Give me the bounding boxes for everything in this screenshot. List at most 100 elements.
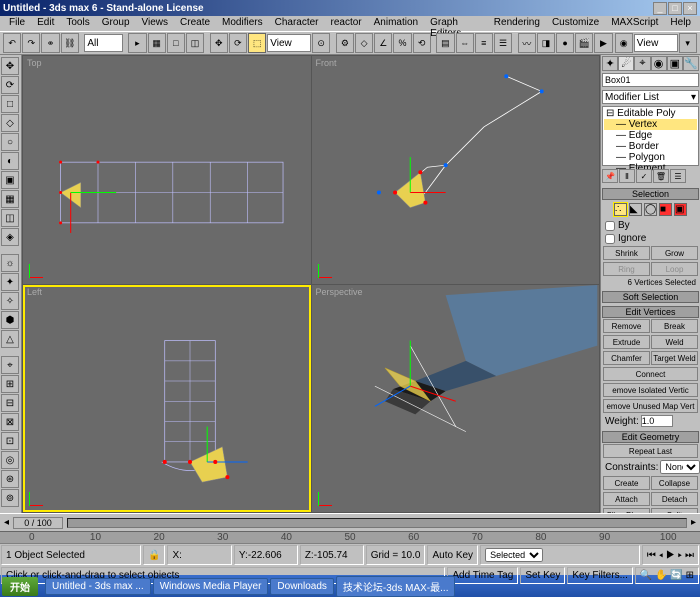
align-button[interactable]: ≡ <box>475 33 493 53</box>
subobj-polygon-icon[interactable]: ■ <box>659 203 672 216</box>
selection-rollout[interactable]: Selection <box>602 188 699 200</box>
viewport-perspective[interactable]: Perspective <box>312 285 600 513</box>
tool-3[interactable]: □ <box>1 95 19 113</box>
create-button[interactable]: Create <box>603 476 650 490</box>
select-rect-button[interactable]: □ <box>167 33 185 53</box>
stack-polygon[interactable]: — Polygon <box>604 152 697 163</box>
selection-filter[interactable]: All <box>84 34 122 52</box>
taskbar-item[interactable]: Windows Media Player <box>153 578 269 595</box>
editgeom-rollout[interactable]: Edit Geometry <box>602 431 699 443</box>
tool-15[interactable]: △ <box>1 330 19 348</box>
tool-2[interactable]: ⟳ <box>1 76 19 94</box>
keyfilters-button[interactable]: Key Filters... <box>567 567 633 584</box>
schematic-button[interactable]: ◨ <box>537 33 555 53</box>
stack-border[interactable]: — Border <box>604 141 697 152</box>
split-button[interactable]: Split <box>651 508 698 513</box>
detach-button[interactable]: Detach <box>651 492 698 506</box>
extrude-button[interactable]: Extrude <box>603 335 650 349</box>
percent-snap-button[interactable]: % <box>393 33 411 53</box>
mirror-button[interactable]: ⇔ <box>456 33 474 53</box>
reactor-combo[interactable]: View <box>634 34 678 52</box>
viewport-top[interactable]: Top <box>23 56 311 284</box>
menu-rendering[interactable]: Rendering <box>489 17 545 30</box>
reactor-button-2[interactable]: ▾ <box>679 33 697 53</box>
remove-isolated-button[interactable]: emove Isolated Vertic <box>603 383 698 397</box>
maximize-button[interactable]: □ <box>668 2 682 15</box>
tool-10[interactable]: ◈ <box>1 228 19 246</box>
track-bar[interactable]: 0102030405060708090100 <box>0 531 700 543</box>
menu-character[interactable]: Character <box>270 17 324 30</box>
viewport-left[interactable]: Left <box>23 285 311 513</box>
unlink-button[interactable]: ⛓ <box>61 33 79 53</box>
repeat-last-button[interactable]: Repeat Last <box>603 444 698 458</box>
move-button[interactable]: ✥ <box>210 33 228 53</box>
tab-utilities[interactable]: 🔧 <box>683 56 699 71</box>
tool-11[interactable]: ☼ <box>1 254 19 272</box>
weld-button[interactable]: Weld <box>651 335 698 349</box>
tool-14[interactable]: ⬢ <box>1 311 19 329</box>
tool-21[interactable]: ◎ <box>1 451 19 469</box>
start-button[interactable]: 开始 <box>2 577 38 596</box>
menu-file[interactable]: File <box>4 17 30 30</box>
snap-button[interactable]: ◇ <box>355 33 373 53</box>
break-button[interactable]: Break <box>651 319 698 333</box>
by-vertex-checkbox[interactable] <box>605 221 615 231</box>
menu-help[interactable]: Help <box>665 17 696 30</box>
subobj-border-icon[interactable]: ◯ <box>644 203 657 216</box>
chamfer-button[interactable]: Chamfer <box>603 351 650 365</box>
menu-maxscript[interactable]: MAXScript <box>606 17 663 30</box>
viewport-front[interactable]: Front <box>312 56 600 284</box>
constraints-dropdown[interactable]: None <box>660 460 700 474</box>
manip-button[interactable]: ⚙ <box>336 33 354 53</box>
tool-18[interactable]: ⊟ <box>1 394 19 412</box>
shrink-button[interactable]: Shrink <box>603 246 650 260</box>
menu-group[interactable]: Group <box>97 17 135 30</box>
menu-views[interactable]: Views <box>137 17 174 30</box>
stack-editable-poly[interactable]: ⊟ Editable Poly <box>604 108 697 119</box>
play-controls[interactable]: ⏮ ◂ ▶ ▸ ⏭ <box>642 545 699 565</box>
tool-22[interactable]: ⊛ <box>1 470 19 488</box>
subobj-edge-icon[interactable]: ◣ <box>629 203 642 216</box>
tool-19[interactable]: ⊠ <box>1 413 19 431</box>
grow-button[interactable]: Grow <box>651 246 698 260</box>
tab-create[interactable]: ✦ <box>602 56 618 71</box>
remove-button[interactable]: Remove <box>603 319 650 333</box>
menu-customize[interactable]: Customize <box>547 17 604 30</box>
target-weld-button[interactable]: Target Weld <box>651 351 698 365</box>
curve-editor-button[interactable]: 〰 <box>518 33 536 53</box>
ignore-backfacing-checkbox[interactable] <box>605 234 615 244</box>
tool-5[interactable]: ○ <box>1 133 19 151</box>
menu-grapheditors[interactable]: Graph Editors <box>425 17 487 30</box>
window-cross-button[interactable]: ◫ <box>186 33 204 53</box>
configure-button[interactable]: ☰ <box>670 169 686 183</box>
subobj-vertex-icon[interactable]: ∴ <box>614 203 627 216</box>
menu-reactor[interactable]: reactor <box>326 17 367 30</box>
select-name-button[interactable]: ▦ <box>148 33 166 53</box>
scale-button[interactable]: ⬚ <box>248 33 266 53</box>
close-button[interactable]: × <box>683 2 697 15</box>
minimize-button[interactable]: _ <box>653 2 667 15</box>
autokey-button[interactable]: Auto Key <box>427 545 478 565</box>
named-sel-button[interactable]: ▤ <box>436 33 454 53</box>
tool-1[interactable]: ✥ <box>1 57 19 75</box>
editverts-rollout[interactable]: Edit Vertices <box>602 306 699 318</box>
taskbar-item[interactable]: Untitled - 3ds max ... <box>45 578 151 595</box>
tool-20[interactable]: ⊡ <box>1 432 19 450</box>
tab-modify[interactable]: ☄ <box>618 56 634 71</box>
layer-button[interactable]: ☰ <box>494 33 512 53</box>
object-name-field[interactable]: Box01 <box>602 73 699 87</box>
make-unique-button[interactable]: ✓ <box>636 169 652 183</box>
menu-tools[interactable]: Tools <box>61 17 94 30</box>
quick-render-button[interactable]: ▶ <box>594 33 612 53</box>
tool-7[interactable]: ▣ <box>1 171 19 189</box>
lock-button[interactable]: 🔒 <box>143 545 165 565</box>
slice-plane-button[interactable]: Slice Plane <box>603 508 650 513</box>
subobj-element-icon[interactable]: ▣ <box>674 203 687 216</box>
undo-button[interactable]: ↶ <box>3 33 21 53</box>
tool-16[interactable]: ⌖ <box>1 356 19 374</box>
menu-edit[interactable]: Edit <box>32 17 59 30</box>
menu-create[interactable]: Create <box>175 17 215 30</box>
time-slider[interactable]: ◂ 0 / 100 ▸ <box>0 513 700 531</box>
setkey-button[interactable]: Set Key <box>520 567 565 584</box>
select-button[interactable]: ▸ <box>128 33 146 53</box>
